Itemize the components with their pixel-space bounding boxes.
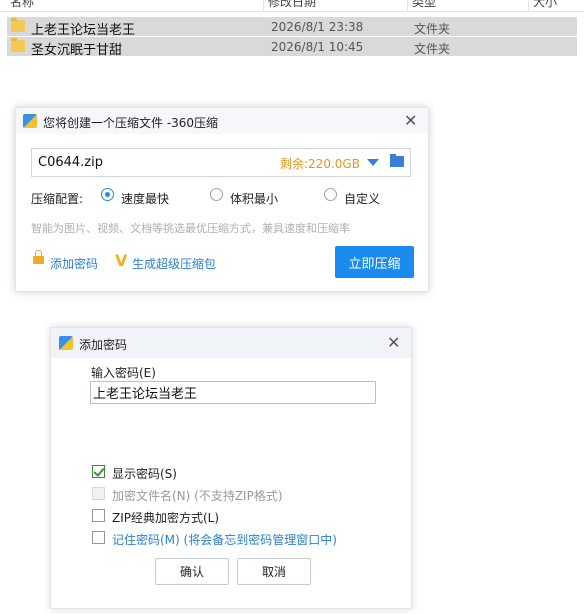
vip-v-icon: V [115,251,128,270]
file-name: 圣女沉眠于甘甜 [31,43,123,58]
close-icon[interactable]: ✕ [404,113,417,129]
file-date: 2026/8/1 10:45 [271,40,364,54]
password-input[interactable] [90,381,376,404]
compress-config-label: 压缩配置: [31,192,84,206]
app-360zip-icon [23,114,37,128]
column-header-type[interactable]: 类型 [407,0,436,11]
ok-button[interactable]: 确认 [155,558,229,585]
column-header-name[interactable]: 名称 [6,0,34,11]
file-type: 文件夹 [414,42,451,56]
radio-custom[interactable] [324,188,337,201]
file-row[interactable]: 上老王论坛当老王 2026/8/1 23:38 文件夹 [7,17,577,38]
file-list-header: 名称 修改日期 类型 大小 [0,0,584,12]
encrypt-filename-label: 加密文件名(N) (不支持ZIP格式) [112,489,283,503]
password-dialog-titlebar[interactable]: 添加密码 ✕ [51,328,411,358]
dropdown-arrow-icon[interactable] [367,159,379,166]
cancel-button[interactable]: 取消 [237,558,311,585]
remember-password-label[interactable]: 记住密码(M) (将会备忘到密码管理窗口中) [112,531,337,548]
folder-icon [11,18,25,32]
encrypt-filename-checkbox [92,487,105,500]
file-row[interactable]: 圣女沉眠于甘甜 2026/8/1 10:45 文件夹 [7,37,577,58]
show-password-label[interactable]: 显示密码(S) [112,465,177,482]
show-password-checkbox[interactable] [92,465,105,478]
password-dialog: 添加密码 ✕ 输入密码(E) 显示密码(S) 加密文件名(N) (不支持ZIP格… [50,327,412,609]
free-space-label: 剩余:220.0GB [280,157,360,171]
remember-password-checkbox[interactable] [92,531,105,544]
radio-label-custom[interactable]: 自定义 [344,190,380,207]
file-date: 2026/8/1 23:38 [271,20,364,34]
compress-dialog: 您将创建一个压缩文件 -360压缩 ✕ C0644.zip 剩余:220.0GB… [15,107,429,292]
radio-fastest[interactable] [101,188,114,201]
browse-folder-icon[interactable] [390,154,404,167]
archive-path-field[interactable]: C0644.zip 剩余:220.0GB [31,148,411,177]
lock-icon [33,250,44,264]
password-dialog-title: 添加密码 [79,338,128,352]
app-360zip-icon [59,336,73,350]
super-compress-link[interactable]: 生成超级压缩包 [132,255,216,272]
compress-dialog-title: 您将创建一个压缩文件 -360压缩 [43,116,219,130]
password-input-label: 输入密码(E) [91,366,156,380]
compress-hint: 智能为图片、视频、文档等挑选最优压缩方式，兼具速度和压缩率 [31,222,350,235]
compress-now-button[interactable]: 立即压缩 [335,246,414,278]
archive-filename[interactable]: C0644.zip [38,155,103,170]
column-header-size[interactable]: 大小 [528,0,557,11]
file-type: 文件夹 [414,22,451,36]
radio-smallest[interactable] [210,188,223,201]
radio-label-smallest[interactable]: 体积最小 [230,190,278,207]
file-name: 上老王论坛当老王 [31,23,136,38]
folder-icon [11,38,25,52]
zip-classic-encryption-checkbox[interactable] [92,509,105,522]
add-password-link[interactable]: 添加密码 [50,255,98,272]
close-icon[interactable]: ✕ [387,335,400,351]
zip-classic-encryption-label[interactable]: ZIP经典加密方式(L) [112,509,219,526]
radio-label-fastest[interactable]: 速度最快 [121,190,169,207]
compress-dialog-titlebar[interactable]: 您将创建一个压缩文件 -360压缩 ✕ [16,108,428,134]
column-header-date[interactable]: 修改日期 [263,0,316,11]
